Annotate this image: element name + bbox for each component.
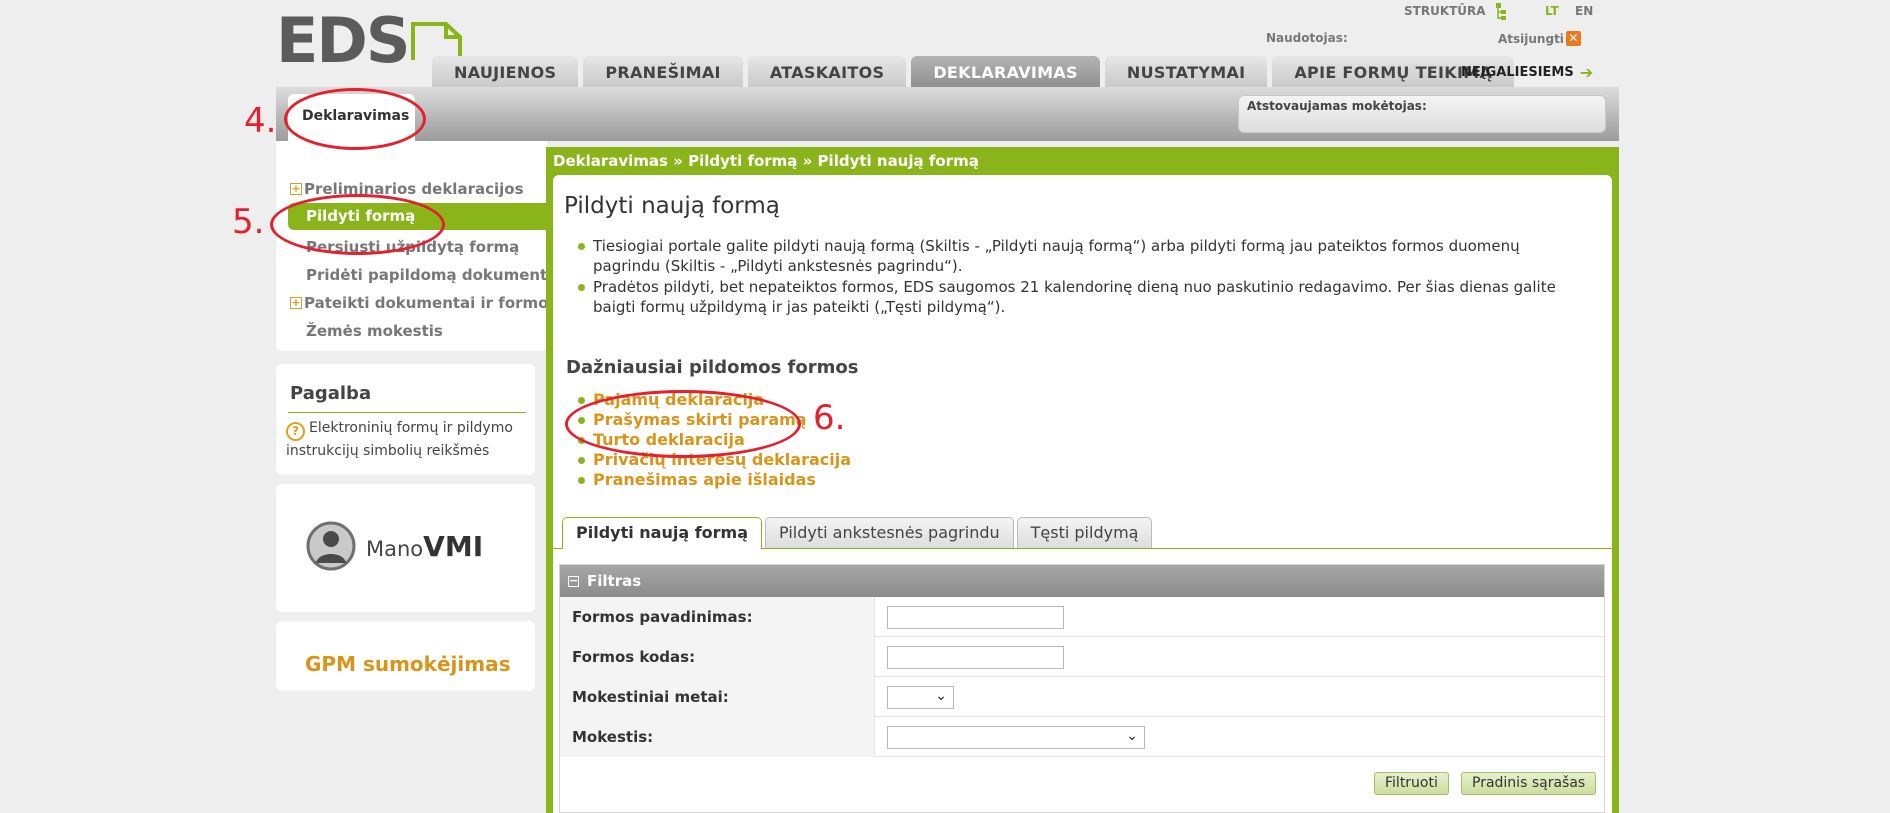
- filter-row: Mokestis: ⌄: [560, 717, 1604, 757]
- tax-label: Mokestis:: [560, 717, 875, 757]
- chevron-down-icon: ⌄: [1126, 728, 1138, 744]
- help-link[interactable]: ? Elektroninių formų ir pildymo instrukci…: [286, 418, 526, 462]
- language-en[interactable]: EN: [1575, 4, 1593, 18]
- form-link-privaciu-interesu[interactable]: Privačių interesų deklaracija: [578, 450, 851, 470]
- tab-nustatymai[interactable]: NUSTATYMAI: [1104, 56, 1268, 88]
- sitemap-icon: [1495, 3, 1507, 25]
- subtab-pildyti-nauja[interactable]: Pildyti naują formą: [562, 517, 763, 549]
- info-item: Pradėtos pildyti, bet nepateiktos formos…: [578, 277, 1578, 317]
- form-link-prasymas-skirti-parama[interactable]: Prašymas skirti paramą: [578, 410, 851, 430]
- annotation-label-6: 6.: [813, 398, 846, 438]
- accessibility-label: NEĮGALIESIEMS: [1461, 65, 1574, 80]
- expand-icon[interactable]: +: [290, 183, 302, 195]
- filter-title: Filtras: [587, 572, 642, 590]
- accessibility-link[interactable]: NEĮGALIESIEMS ➔: [1461, 63, 1593, 82]
- sidebar-item-label: Pateikti dokumentai ir formos: [304, 294, 558, 312]
- structure-link[interactable]: STRUKTŪRA: [1404, 4, 1486, 18]
- expand-icon[interactable]: +: [290, 297, 302, 309]
- sidebar-item-prideti-dokumenta[interactable]: Pridėti papildomą dokumentą: [306, 266, 557, 284]
- gpm-box[interactable]: GPM sumokėjimas: [276, 621, 535, 691]
- sidebar-item-zemes-mokestis[interactable]: Žemės mokestis: [306, 322, 443, 340]
- form-link-pranesimas-apie-islaidas[interactable]: Pranešimas apie išlaidas: [578, 470, 851, 490]
- language-lt[interactable]: LT: [1545, 4, 1559, 18]
- page-title: Pildyti naują formą: [564, 193, 780, 219]
- mano-prefix: Mano: [366, 536, 424, 561]
- arrow-right-icon: ➔: [1579, 63, 1594, 82]
- chevron-down-icon: ⌄: [935, 688, 947, 704]
- sidebar-item-preliminarios[interactable]: + Preliminarios deklaracijos: [290, 180, 524, 198]
- info-list: Tiesiogiai portale galite pildyti naują …: [578, 236, 1578, 318]
- represented-payer-box: Atstovaujamas mokėtojas:: [1238, 95, 1606, 133]
- mano-vmi-box[interactable]: ManoVMI: [276, 484, 535, 612]
- sidebar-item-label: Pridėti papildomą dokumentą: [306, 266, 558, 284]
- help-box: Pagalba ? Elektroninių formų ir pildymo i…: [276, 364, 535, 475]
- tab-ataskaitos[interactable]: ATASKAITOS: [747, 56, 907, 88]
- subtab-pildyti-ankstesnes[interactable]: Pildyti ankstesnės pagrindu: [765, 517, 1014, 548]
- user-avatar-icon: [306, 521, 356, 571]
- form-subtabs: Pildyti naują formą Pildyti ankstesnės p…: [562, 517, 1153, 549]
- frequent-forms-list: Pajamų deklaracija Prašymas skirti param…: [578, 390, 851, 490]
- tax-select[interactable]: ⌄: [887, 726, 1145, 749]
- annotation-label-4: 4.: [244, 101, 277, 141]
- info-item: Tiesiogiai portale galite pildyti naują …: [578, 236, 1578, 276]
- sidebar-item-label: Žemės mokestis: [306, 322, 443, 340]
- collapse-icon[interactable]: −: [568, 575, 579, 587]
- section-tab-deklaravimas[interactable]: Deklaravimas: [288, 94, 415, 141]
- form-link-turto-deklaracija[interactable]: Turto deklaracija: [578, 430, 851, 450]
- mano-vmi-logo: ManoVMI: [306, 521, 483, 571]
- form-code-input[interactable]: [887, 646, 1064, 669]
- close-icon: ✕: [1565, 31, 1581, 46]
- payer-label: Atstovaujamas mokėtojas:: [1247, 99, 1427, 113]
- logout-link[interactable]: Atsijungti ✕: [1498, 31, 1581, 46]
- frequent-forms-title: Dažniausiai pildomos formos: [566, 357, 859, 378]
- logo-text: EDS: [276, 4, 410, 77]
- subtab-testi-pildyma[interactable]: Tęsti pildymą: [1016, 517, 1153, 548]
- form-name-label: Formos pavadinimas:: [560, 597, 875, 637]
- tab-pranesimai[interactable]: PRANEŠIMAI: [583, 56, 743, 88]
- sidebar-item-pildyti-forma[interactable]: Pildyti formą: [288, 203, 547, 230]
- sidebar-item-label: Pildyti formą: [306, 207, 416, 225]
- tax-year-select[interactable]: ⌄: [887, 686, 954, 709]
- filter-row: Mokestiniai metai: ⌄: [560, 677, 1604, 717]
- divider: [288, 412, 526, 413]
- mano-vmi-text: VMI: [423, 529, 484, 563]
- filter-header[interactable]: − Filtras: [560, 565, 1604, 597]
- tab-deklaravimas[interactable]: DEKLARAVIMAS: [911, 56, 1100, 88]
- tax-year-label: Mokestiniai metai:: [560, 677, 875, 717]
- question-icon: ?: [286, 422, 305, 441]
- reset-list-button[interactable]: Pradinis sąrašas: [1461, 772, 1597, 795]
- sidebar-item-persiusti[interactable]: Persiųsti užpildytą formą: [306, 238, 519, 256]
- main-nav-tabs: NAUJIENOS PRANEŠIMAI ATASKAITOS DEKLARAV…: [432, 56, 1515, 88]
- form-code-label: Formos kodas:: [560, 637, 875, 677]
- filter-button[interactable]: Filtruoti: [1374, 772, 1449, 795]
- filter-row: Formos kodas:: [560, 637, 1604, 677]
- sidebar-item-pateikti-dokumentai[interactable]: + Pateikti dokumentai ir formos: [290, 294, 557, 312]
- logout-label: Atsijungti: [1498, 31, 1564, 46]
- gpm-link[interactable]: GPM sumokėjimas: [305, 652, 510, 676]
- filter-row: Formos pavadinimas:: [560, 597, 1604, 637]
- help-text: Elektroninių formų ir pildymo instrukcij…: [286, 420, 513, 459]
- sidebar-menu: + Preliminarios deklaracijos Pildyti for…: [276, 141, 557, 351]
- tab-naujienos[interactable]: NAUJIENOS: [432, 56, 579, 88]
- form-name-input[interactable]: [887, 606, 1064, 629]
- form-link-pajamu-deklaracija[interactable]: Pajamų deklaracija: [578, 390, 851, 410]
- sidebar-item-label: Preliminarios deklaracijos: [304, 180, 524, 198]
- annotation-label-5: 5.: [232, 202, 265, 242]
- help-title: Pagalba: [290, 383, 372, 404]
- breadcrumb[interactable]: Deklaravimas » Pildyti formą » Pildyti n…: [553, 152, 979, 170]
- sidebar-item-label: Persiųsti užpildytą formą: [306, 238, 520, 256]
- user-label: Naudotojas:: [1266, 31, 1348, 45]
